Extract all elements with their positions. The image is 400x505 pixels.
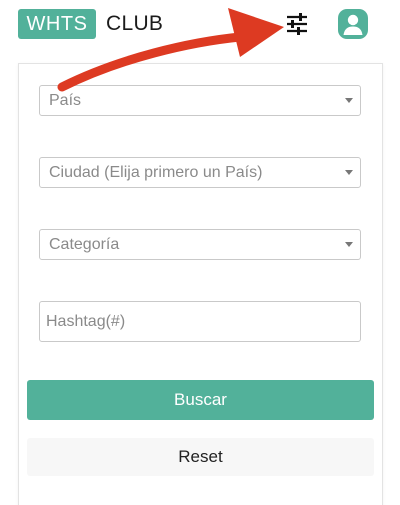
hashtag-input[interactable] <box>39 301 361 342</box>
brand-logo-text[interactable]: CLUB <box>106 9 163 39</box>
city-select-value: Ciudad (Elija primero un País) <box>49 164 263 181</box>
search-button[interactable]: Buscar <box>27 380 374 420</box>
category-select[interactable]: Categoría <box>39 229 361 260</box>
search-filter-card: País Ciudad (Elija primero un País) Cate… <box>18 63 383 505</box>
page: WHTS CLUB País Ciudad (Elija primero un … <box>0 0 400 505</box>
country-select-value: País <box>49 92 82 109</box>
chevron-down-icon <box>345 170 353 175</box>
country-select[interactable]: País <box>39 85 361 116</box>
chevron-down-icon <box>345 242 353 247</box>
sliders-icon <box>287 13 307 35</box>
user-circle-icon <box>338 9 368 39</box>
filter-button[interactable] <box>283 10 311 38</box>
brand-logo-badge[interactable]: WHTS <box>18 9 96 39</box>
category-select-value: Categoría <box>49 236 120 253</box>
city-select[interactable]: Ciudad (Elija primero un País) <box>39 157 361 188</box>
reset-button[interactable]: Reset <box>27 438 374 476</box>
profile-button[interactable] <box>337 8 369 40</box>
chevron-down-icon <box>345 98 353 103</box>
top-bar: WHTS CLUB <box>0 0 400 52</box>
